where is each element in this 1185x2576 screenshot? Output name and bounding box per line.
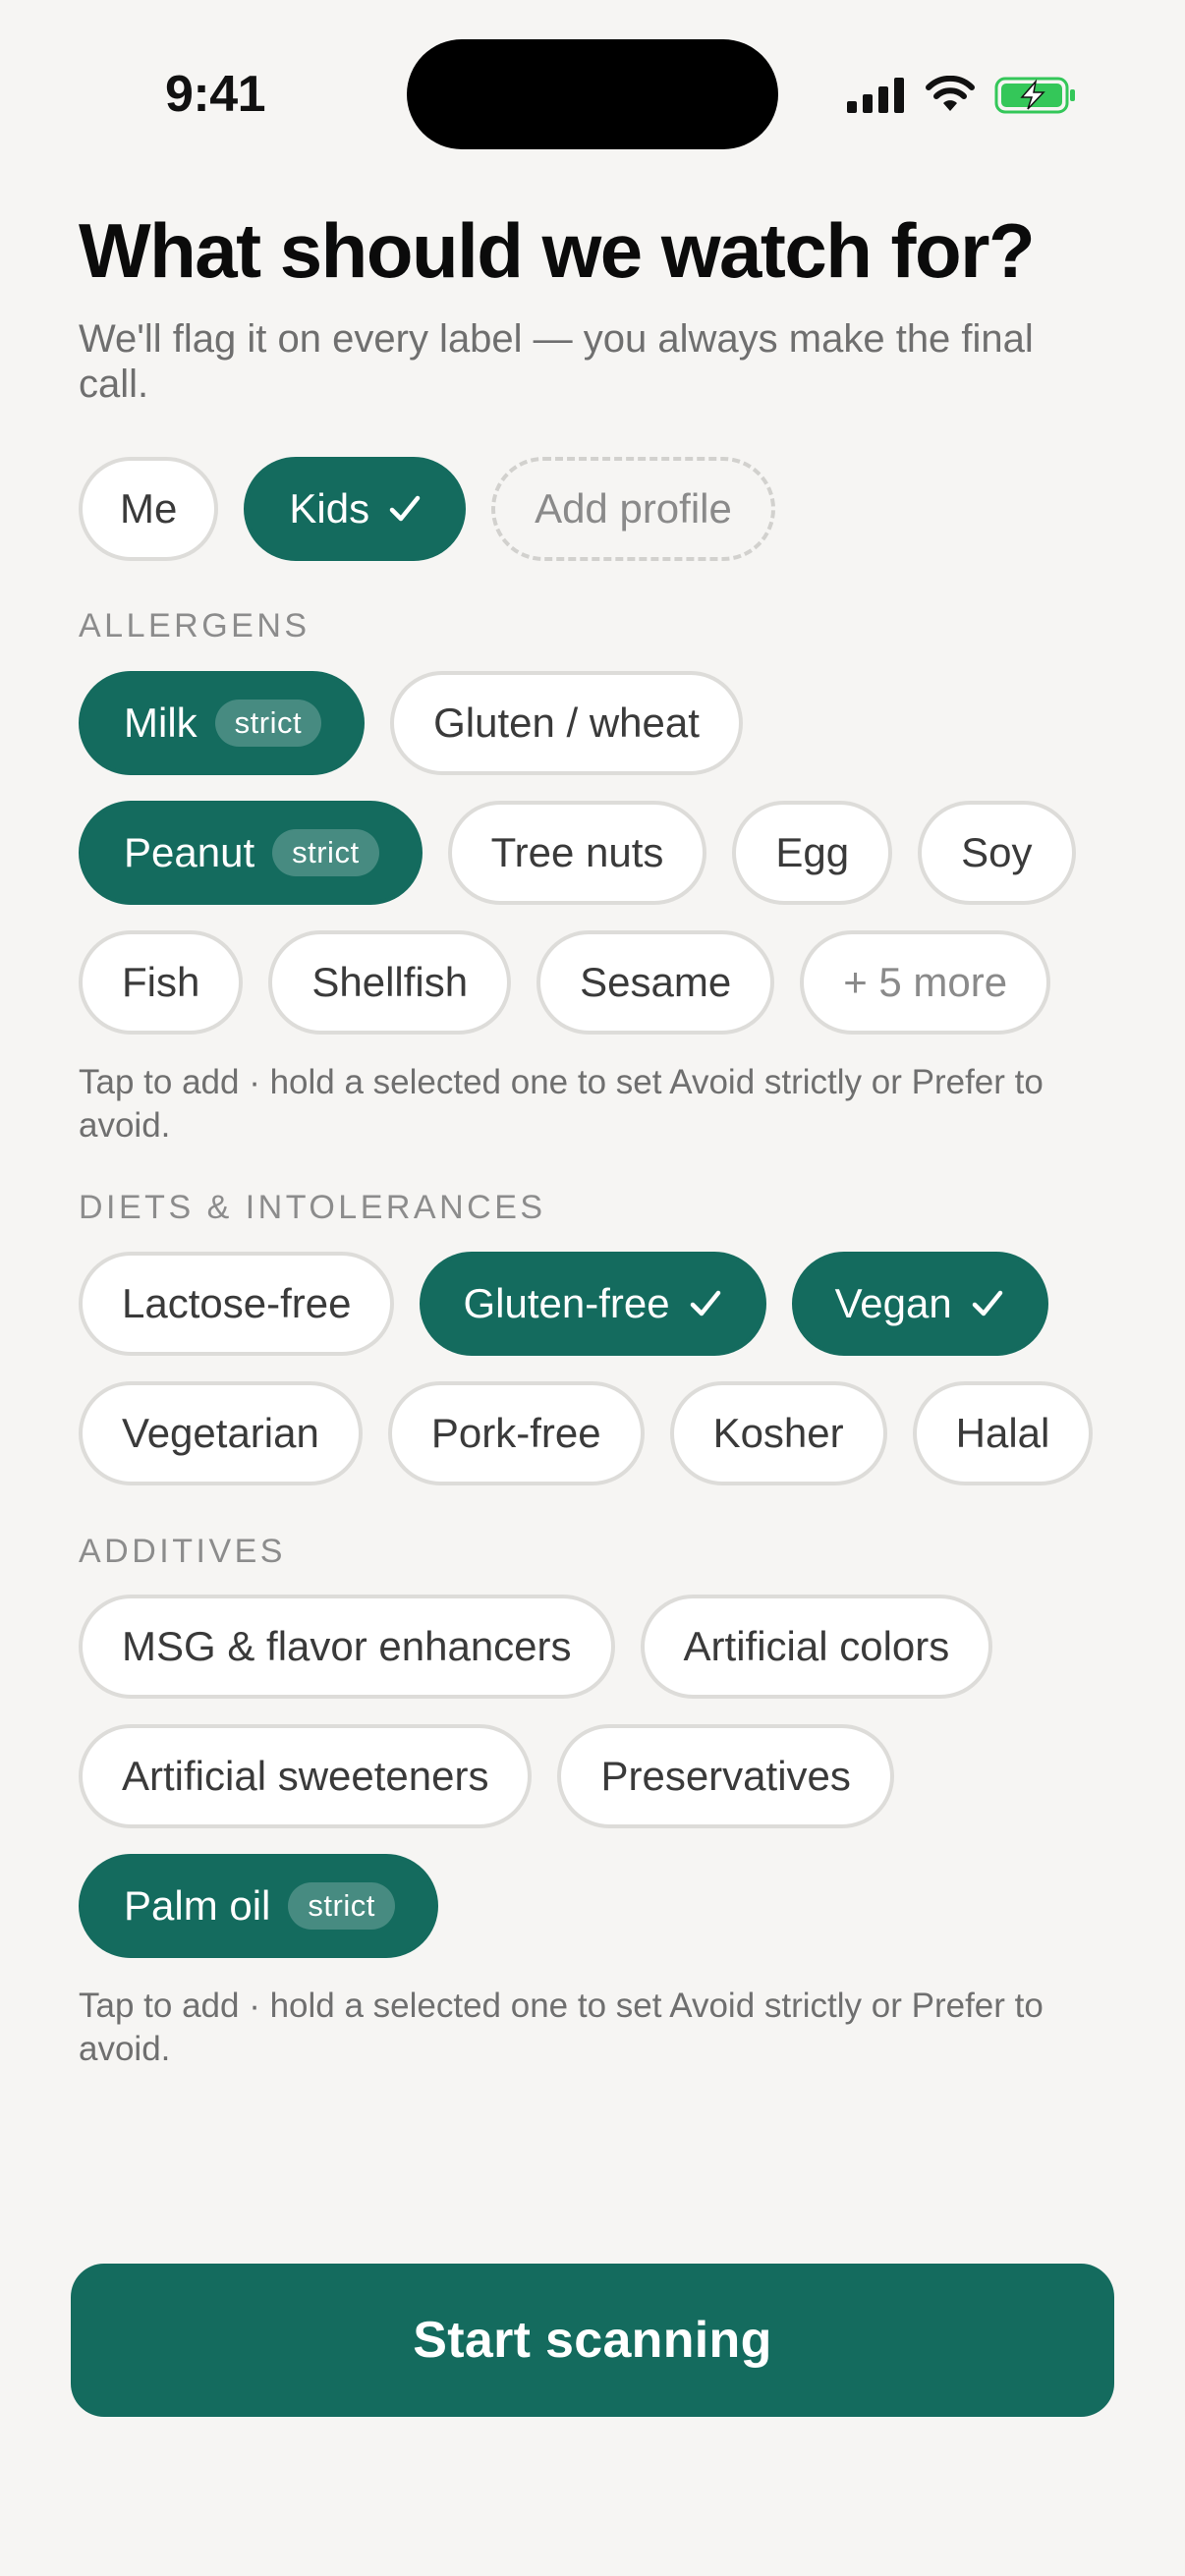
- allergens-hint: Tap to add · hold a selected one to set …: [79, 1063, 1044, 1145]
- chip-label: MSG & flavor enhancers: [122, 1623, 572, 1669]
- additive-chip-palm-oil[interactable]: Palm oil strict: [79, 1854, 438, 1958]
- allergen-chip-fish[interactable]: Fish: [79, 930, 244, 1035]
- chip-label: Peanut: [124, 829, 255, 875]
- chip-label: Add profile: [535, 485, 732, 532]
- chip-label: Soy: [961, 829, 1033, 875]
- diet-chip-halal[interactable]: Halal: [912, 1381, 1094, 1485]
- status-icons: [847, 71, 1077, 120]
- cellular-signal-icon: [847, 78, 904, 113]
- section-label-additives: ADDITIVES: [79, 1533, 286, 1570]
- profile-chip-me[interactable]: Me: [79, 457, 219, 561]
- chip-label: Milk: [124, 700, 198, 746]
- additive-chip-artificial-sweeteners[interactable]: Artificial sweeteners: [79, 1724, 533, 1828]
- strict-badge: strict: [272, 829, 379, 876]
- chip-row: Palm oil strict: [79, 1854, 438, 1958]
- diet-chip-vegan[interactable]: Vegan: [791, 1252, 1048, 1356]
- additive-chip-artificial-colors[interactable]: Artificial colors: [640, 1595, 993, 1699]
- chip-row: Lactose-free Gluten-free Vegan: [79, 1252, 1048, 1356]
- chip-row: Vegetarian Pork-free Kosher Halal: [79, 1381, 1094, 1485]
- diet-chip-lactose-free[interactable]: Lactose-free: [79, 1252, 395, 1356]
- chip-row: Milk strict Gluten / wheat: [79, 671, 743, 775]
- screen: 9:41 What should we watch for? We'll fla…: [0, 0, 1185, 2576]
- chip-row: Artificial sweeteners Preservatives: [79, 1724, 894, 1828]
- add-profile-button[interactable]: Add profile: [491, 457, 775, 561]
- chip-row: MSG & flavor enhancers Artificial colors: [79, 1595, 993, 1699]
- chip-label: Fish: [122, 959, 200, 1005]
- chip-label: Gluten-free: [463, 1280, 670, 1326]
- chip-label: Gluten / wheat: [433, 700, 700, 746]
- chip-label: Lactose-free: [122, 1280, 352, 1326]
- checkmark-icon: [389, 495, 421, 522]
- chip-label: Egg: [775, 829, 850, 875]
- allergen-chip-soy[interactable]: Soy: [918, 801, 1076, 905]
- strict-badge: strict: [214, 700, 322, 747]
- wifi-icon: [926, 76, 975, 111]
- chip-label: Me: [120, 485, 178, 532]
- battery-charging-icon: [994, 77, 1075, 114]
- diet-chip-kosher[interactable]: Kosher: [669, 1381, 887, 1485]
- page-subtitle: We'll flag it on every label — you alway…: [79, 317, 1034, 406]
- additive-chip-preservatives[interactable]: Preservatives: [557, 1724, 894, 1828]
- dynamic-island: [407, 39, 778, 149]
- chip-row: Fish Shellfish Sesame + 5 more: [79, 930, 1051, 1035]
- chip-label: Tree nuts: [490, 829, 664, 875]
- chip-label: Artificial colors: [683, 1623, 950, 1669]
- chip-label: Shellfish: [311, 959, 469, 1005]
- allergen-chip-milk[interactable]: Milk strict: [79, 671, 366, 775]
- chip-label: Artificial sweeteners: [122, 1753, 489, 1799]
- status-time: 9:41: [165, 66, 266, 123]
- checkmark-icon: [972, 1290, 1002, 1316]
- chip-label: Kids: [289, 485, 370, 532]
- chip-label: Kosher: [712, 1410, 844, 1456]
- additive-chip-msg[interactable]: MSG & flavor enhancers: [79, 1595, 615, 1699]
- chip-label: Halal: [955, 1410, 1050, 1456]
- checkmark-icon: [690, 1290, 720, 1316]
- section-label-diets: DIETS & INTOLERANCES: [79, 1189, 546, 1226]
- allergen-chip-gluten-wheat[interactable]: Gluten / wheat: [390, 671, 743, 775]
- chip-row: Peanut strict Tree nuts Egg Soy: [79, 801, 1076, 905]
- allergen-chip-sesame[interactable]: Sesame: [536, 930, 775, 1035]
- strict-badge: strict: [288, 1882, 395, 1930]
- additives-hint: Tap to add · hold a selected one to set …: [79, 1987, 1044, 2068]
- chip-label: Vegan: [834, 1280, 952, 1326]
- chip-label: Pork-free: [430, 1410, 601, 1456]
- show-more-allergens-button[interactable]: + 5 more: [800, 930, 1051, 1035]
- allergen-chip-egg[interactable]: Egg: [732, 801, 893, 905]
- diet-chip-vegetarian[interactable]: Vegetarian: [79, 1381, 363, 1485]
- chip-label: Vegetarian: [122, 1410, 319, 1456]
- profile-selector: Me Kids Add profile: [79, 457, 775, 561]
- page-title: What should we watch for?: [79, 207, 1036, 294]
- diet-chip-gluten-free[interactable]: Gluten-free: [420, 1252, 766, 1356]
- profile-chip-kids[interactable]: Kids: [244, 457, 467, 561]
- chip-label: Preservatives: [600, 1753, 851, 1799]
- chip-label: + 5 more: [843, 959, 1008, 1005]
- chip-label: Palm oil: [124, 1882, 271, 1929]
- section-label-allergens: ALLERGENS: [79, 607, 310, 644]
- allergen-chip-peanut[interactable]: Peanut strict: [79, 801, 423, 905]
- allergen-chip-shellfish[interactable]: Shellfish: [268, 930, 512, 1035]
- chip-label: Sesame: [580, 959, 732, 1005]
- start-scanning-button[interactable]: Start scanning: [71, 2264, 1114, 2417]
- allergen-chip-tree-nuts[interactable]: Tree nuts: [447, 801, 707, 905]
- diet-chip-pork-free[interactable]: Pork-free: [387, 1381, 645, 1485]
